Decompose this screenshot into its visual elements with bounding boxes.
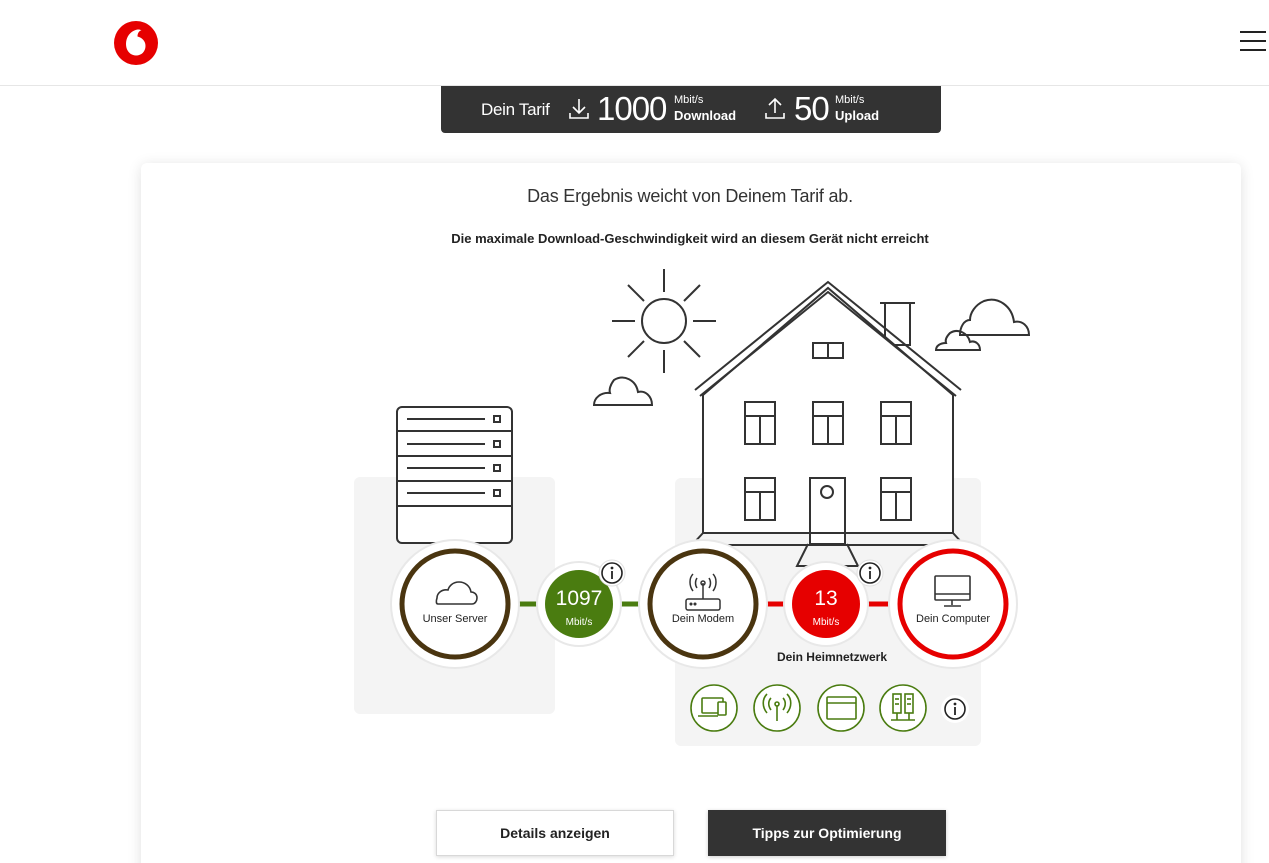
download-speed-measured-unit: Mbit/s <box>565 617 593 628</box>
optimization-tips-button[interactable]: Tipps zur Optimierung <box>708 810 946 856</box>
network-illustration <box>390 269 1031 732</box>
device-speed-measured-unit: Mbit/s <box>812 617 840 628</box>
device-speed-measured: 13 <box>814 587 838 610</box>
details-button[interactable]: Details anzeigen <box>436 810 674 856</box>
info-icon[interactable] <box>941 695 969 723</box>
modem-node <box>638 539 768 669</box>
modem-node-label: Dein Modem <box>671 613 735 625</box>
house-icon <box>689 280 967 567</box>
wifi-antenna-icon <box>753 684 801 732</box>
computer-node-label: Dein Computer <box>916 613 990 625</box>
cloud-icon <box>934 298 1031 351</box>
home-network-label: Dein Heimnetzwerk <box>776 650 888 664</box>
info-icon[interactable] <box>598 559 626 587</box>
cloud-icon <box>592 376 654 406</box>
server-node-label: Unser Server <box>422 613 488 625</box>
info-icon[interactable] <box>856 559 884 587</box>
server-rack-icon <box>396 406 513 544</box>
laptop-icon <box>690 684 738 732</box>
browser-window-icon <box>817 684 865 732</box>
server-node <box>390 539 520 669</box>
network-switch-icon <box>879 684 927 732</box>
sun-icon <box>612 269 716 373</box>
computer-node <box>888 539 1018 669</box>
download-speed-measured: 1097 <box>555 587 603 610</box>
